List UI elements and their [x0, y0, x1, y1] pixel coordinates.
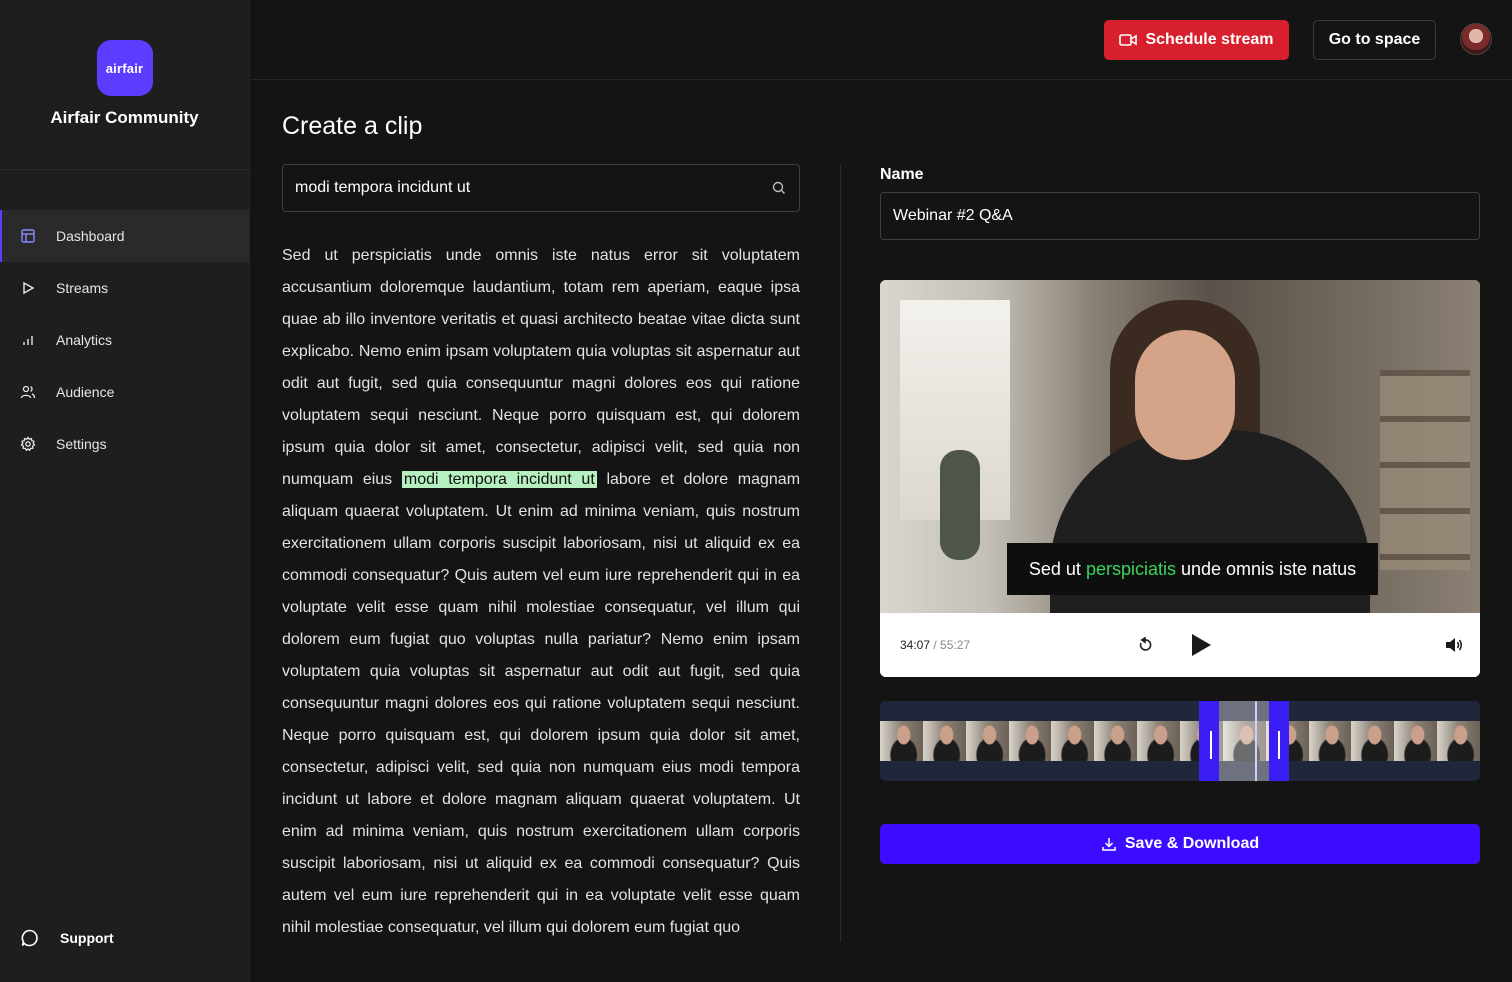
sidebar-item-label: Audience [56, 384, 115, 400]
support-link[interactable]: Support [20, 928, 114, 948]
dashboard-icon [20, 228, 36, 244]
sidebar-item-audience[interactable]: Audience [0, 366, 249, 418]
page-title: Create a clip [282, 112, 423, 140]
bar-chart-icon [20, 332, 36, 348]
selection-start-handle[interactable] [1210, 731, 1212, 759]
sidebar: airfair Airfair Community Dashboard Stre… [0, 0, 250, 982]
timeline-thumbnail [1051, 721, 1095, 761]
save-download-label: Save & Download [1124, 835, 1260, 852]
transcript-segment: Sed ut perspiciatis unde omnis iste natu… [282, 247, 800, 488]
caption-highlight: perspiciatis [1085, 558, 1176, 579]
player-controls: 34:07 / 55:27 [880, 613, 1480, 677]
video-player: Sed ut perspiciatis unde omnis iste natu… [880, 280, 1480, 677]
user-avatar[interactable] [1460, 23, 1492, 55]
video-background-plant [940, 450, 980, 560]
column-divider [840, 164, 841, 942]
go-to-space-button[interactable]: Go to space [1313, 20, 1436, 60]
play-icon[interactable] [1190, 633, 1212, 657]
video-background-shelf [1380, 370, 1470, 570]
time-display: 34:07 / 55:27 [900, 638, 970, 652]
download-icon [1102, 838, 1116, 851]
schedule-stream-button[interactable]: Schedule stream [1104, 20, 1289, 60]
video-frame[interactable]: Sed ut perspiciatis unde omnis iste natu… [880, 280, 1480, 613]
sidebar-nav: Dashboard Streams Analytics Audience Set… [0, 210, 249, 470]
chat-bubble-icon [21, 929, 38, 947]
gear-icon [20, 436, 36, 452]
timeline-thumbnail [1437, 721, 1480, 761]
speaker-face [1135, 330, 1235, 460]
users-icon [20, 384, 36, 400]
selection-end-handle[interactable] [1278, 731, 1280, 759]
play-icon [20, 280, 36, 296]
timeline-thumbnail [1394, 721, 1438, 761]
save-download-button[interactable]: Save & Download [880, 824, 1480, 864]
transcript-text[interactable]: Sed ut perspiciatis unde omnis iste natu… [282, 240, 800, 982]
transcript-search [282, 164, 800, 212]
brand-header: airfair Airfair Community [0, 0, 249, 170]
search-highlight[interactable]: modi tempora incidunt ut [401, 471, 597, 488]
sidebar-item-settings[interactable]: Settings [0, 418, 249, 470]
community-name: Airfair Community [50, 108, 199, 127]
sidebar-item-analytics[interactable]: Analytics [0, 314, 249, 366]
schedule-stream-label: Schedule stream [1145, 31, 1274, 48]
time-total: 55:27 [940, 638, 971, 652]
sidebar-item-label: Settings [56, 436, 107, 452]
search-input[interactable] [295, 179, 771, 197]
time-separator: / [930, 638, 941, 652]
airfair-logo[interactable]: airfair [96, 40, 153, 96]
sidebar-item-streams[interactable]: Streams [0, 262, 249, 314]
thumbnail-strip [880, 721, 1480, 761]
sidebar-item-label: Dashboard [56, 228, 125, 244]
name-label: Name [880, 166, 924, 183]
timeline-thumbnail [1308, 721, 1352, 761]
sidebar-item-dashboard[interactable]: Dashboard [0, 210, 249, 262]
timeline-playhead[interactable] [1255, 701, 1257, 781]
timeline-thumbnail [880, 721, 923, 761]
search-icon[interactable] [771, 180, 787, 196]
timeline-thumbnail [1351, 721, 1395, 761]
timeline-thumbnail [922, 721, 966, 761]
support-label: Support [60, 930, 114, 946]
caption-text: unde omnis iste natus [1180, 558, 1357, 579]
caption-text: Sed ut [1028, 558, 1081, 579]
transcript-segment: labore et dolore magnam aliquam quaerat … [282, 471, 800, 936]
clip-name-input[interactable] [880, 192, 1480, 240]
sidebar-item-label: Streams [56, 280, 109, 296]
video-caption: Sed ut perspiciatis unde omnis iste natu… [1007, 543, 1378, 595]
timeline-thumbnail [1137, 721, 1181, 761]
clip-selection-range[interactable] [1199, 701, 1289, 781]
time-current: 34:07 [900, 638, 931, 652]
timeline-thumbnail [1094, 721, 1138, 761]
clip-timeline[interactable] [880, 701, 1480, 781]
video-camera-icon [1119, 34, 1138, 46]
sidebar-item-label: Analytics [56, 332, 113, 348]
timeline-thumbnail [1008, 721, 1052, 761]
volume-icon[interactable] [1445, 637, 1463, 653]
replay-icon[interactable] [1137, 637, 1153, 653]
timeline-thumbnail [965, 721, 1009, 761]
